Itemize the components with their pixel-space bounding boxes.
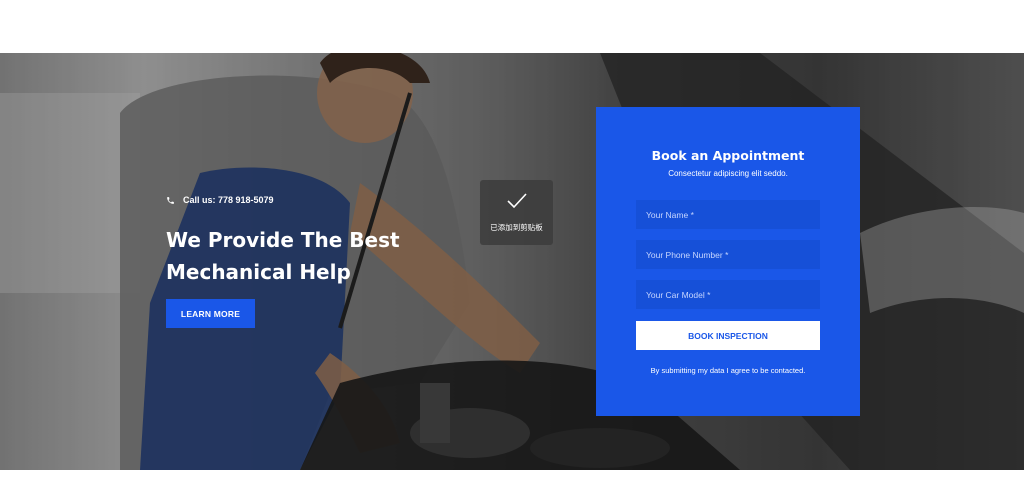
top-bar xyxy=(0,0,1024,53)
hero-headline-line-2: Mechanical Help xyxy=(166,260,351,284)
check-icon xyxy=(506,193,527,209)
call-us-line[interactable]: Call us: 778 918-5079 xyxy=(166,195,274,205)
call-us-text: Call us: 778 918-5079 xyxy=(183,195,274,205)
name-input[interactable] xyxy=(636,200,820,229)
phone-icon xyxy=(167,196,174,204)
car-model-input[interactable] xyxy=(636,280,820,309)
consent-text: By submitting my data I agree to be cont… xyxy=(650,366,806,375)
phone-input[interactable] xyxy=(636,240,820,269)
learn-more-button[interactable]: LEARN MORE xyxy=(166,299,255,328)
toast-text: 已添加到剪贴板 xyxy=(490,223,543,232)
clipboard-toast: 已添加到剪贴板 xyxy=(480,180,553,245)
book-inspection-button[interactable]: BOOK INSPECTION xyxy=(636,321,820,350)
hero-headline-line-1: We Provide The Best xyxy=(166,228,400,252)
hero-section xyxy=(0,53,1024,470)
hero-headline: We Provide The Best Mechanical Help xyxy=(166,224,466,288)
bottom-bar xyxy=(0,470,1024,490)
form-subtitle: Consectetur adipiscing elit seddo. xyxy=(668,169,788,178)
appointment-form-panel: Book an Appointment Consectetur adipisci… xyxy=(596,107,860,416)
form-title: Book an Appointment xyxy=(651,148,805,163)
hero-overlay xyxy=(0,53,1024,470)
